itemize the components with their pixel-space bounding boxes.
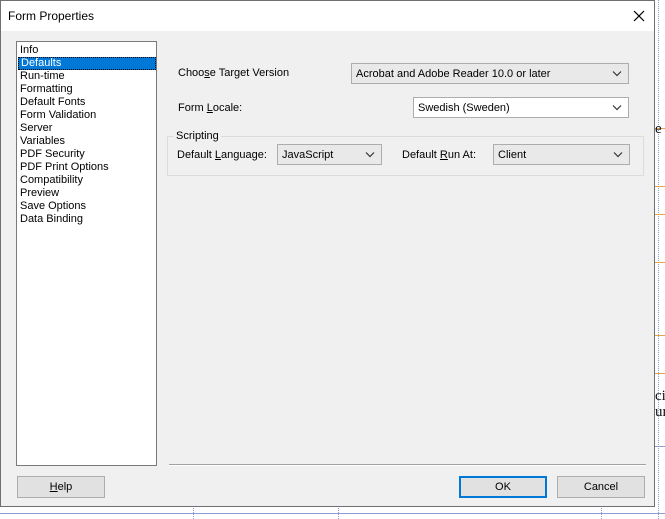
list-item-data-binding[interactable]: Data Binding (18, 213, 156, 226)
chevron-down-icon (365, 152, 375, 158)
close-button[interactable] (624, 1, 654, 31)
list-item-pdf-print-options[interactable]: PDF Print Options (18, 161, 156, 174)
target-version-label: Choose Target Version (178, 67, 290, 79)
form-properties-dialog: Form Properties Info Defaults Run-time Form… (0, 0, 655, 507)
list-item-info[interactable]: Info (18, 44, 156, 57)
bg-text-fragment: e (655, 121, 662, 137)
target-version-value: Acrobat and Adobe Reader 10.0 or later (356, 68, 551, 80)
close-icon (633, 10, 645, 22)
form-locale-value: Swedish (Sweden) (418, 102, 510, 114)
list-item-preview[interactable]: Preview (18, 187, 156, 200)
default-run-at-value: Client (498, 149, 527, 161)
list-item-default-fonts[interactable]: Default Fonts (18, 96, 156, 109)
target-version-dropdown[interactable]: Acrobat and Adobe Reader 10.0 or later (351, 63, 629, 84)
list-item-save-options[interactable]: Save Options (18, 200, 156, 213)
default-language-dropdown[interactable]: JavaScript (277, 144, 382, 165)
cancel-button[interactable]: Cancel (557, 476, 645, 498)
help-button[interactable]: Help (17, 476, 105, 498)
dialog-title: Form Properties (8, 9, 95, 23)
category-list[interactable]: Info Defaults Run-time Formatting Default Fo… (16, 41, 157, 466)
list-item-form-validation[interactable]: Form Validation (18, 109, 156, 122)
list-item-run-time[interactable]: Run-time (18, 70, 156, 83)
bg-text-fragment: ur (655, 404, 665, 420)
default-language-value: JavaScript (282, 149, 334, 161)
default-language-label: Default Language: (177, 149, 267, 161)
chevron-down-icon (612, 105, 622, 111)
default-run-at-label: Default Run At: (402, 149, 477, 161)
ok-button[interactable]: OK (459, 476, 547, 498)
title-bar: Form Properties (1, 1, 654, 31)
chevron-down-icon (613, 152, 623, 158)
list-item-formatting[interactable]: Formatting (18, 83, 156, 96)
footer-separator (169, 464, 646, 466)
form-locale-label: Form Locale: (178, 102, 243, 114)
list-item-pdf-security[interactable]: PDF Security (18, 148, 156, 161)
form-locale-dropdown[interactable]: Swedish (Sweden) (413, 97, 629, 118)
chevron-down-icon (612, 71, 622, 77)
list-item-defaults[interactable]: Defaults (18, 57, 156, 70)
list-item-variables[interactable]: Variables (18, 135, 156, 148)
scripting-group-title: Scripting (174, 130, 221, 142)
bg-text-fragment: ci (655, 388, 665, 404)
list-item-compatibility[interactable]: Compatibility (18, 174, 156, 187)
list-item-server[interactable]: Server (18, 122, 156, 135)
default-run-at-dropdown[interactable]: Client (493, 144, 630, 165)
